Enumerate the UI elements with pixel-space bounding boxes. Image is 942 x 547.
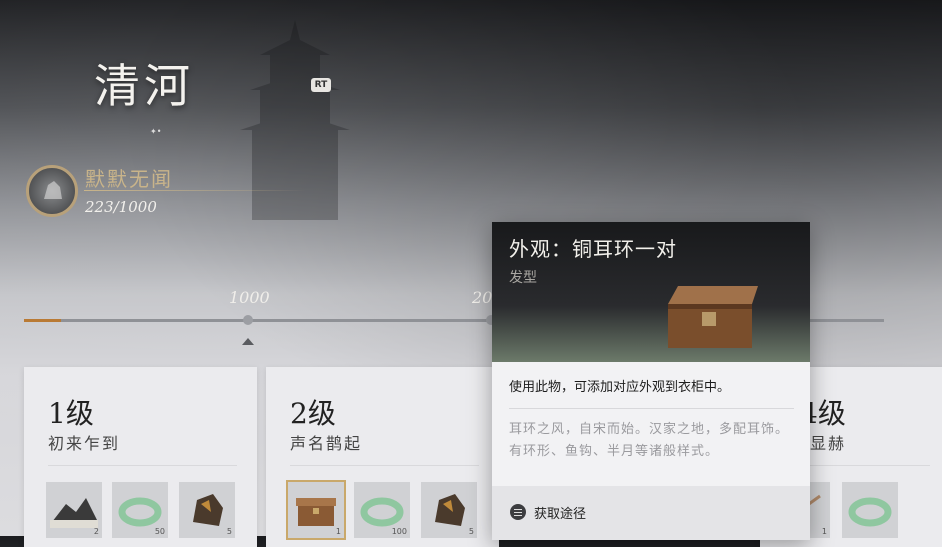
tooltip-flavor-text: 耳环之风，自宋而始。汉家之地，多配耳饰。有环形、鱼钩、半月等诸般样式。 — [509, 422, 790, 459]
selected-level-caret-icon — [242, 338, 254, 345]
level-name: 初来乍到 — [48, 434, 121, 453]
level-card[interactable]: 1级 初来乍到 2 50 5 — [24, 367, 257, 547]
reward-slot[interactable]: 5 — [421, 482, 477, 538]
item-tooltip: 外观：铜耳环一对 发型 使用此物，可添加对应外观到衣柜中。 耳环之风，自宋而始。… — [492, 222, 810, 540]
reward-count: 50 — [154, 527, 165, 536]
reward-slot-selected[interactable]: 1 — [286, 480, 346, 540]
reward-count: 100 — [391, 527, 407, 536]
jade-bracelet-icon — [848, 497, 892, 527]
level-number: 1级 — [48, 397, 94, 430]
level-card[interactable]: 2级 声名鹊起 1 100 5 — [266, 367, 499, 547]
reward-slot[interactable]: 5 — [179, 482, 235, 538]
card-divider — [48, 465, 237, 466]
rank-divider — [84, 190, 306, 191]
acquisition-label[interactable]: 获取途径 — [534, 503, 586, 522]
wooden-chest-icon — [668, 286, 758, 348]
milestone-label: 20 — [472, 288, 493, 307]
card-divider — [290, 465, 479, 466]
reward-count: 1 — [335, 527, 341, 536]
menu-icon — [510, 504, 526, 520]
milestone-label: 1000 — [229, 288, 270, 307]
rank-progress-text: 223/1000 — [85, 198, 157, 216]
tooltip-usage: 使用此物，可添加对应外观到衣柜中。 — [509, 380, 731, 395]
reward-count: 5 — [468, 527, 474, 536]
reward-slot[interactable] — [842, 482, 898, 538]
reward-count: 5 — [226, 527, 232, 536]
rt-key-hint[interactable]: RT — [311, 78, 331, 92]
tooltip-title: 外观：铜耳环一对 — [509, 237, 677, 261]
sparkle-icon: ✦• — [150, 127, 162, 136]
reward-count: 2 — [93, 527, 99, 536]
area-title: 清河 — [94, 59, 194, 113]
milestone-marker — [243, 315, 253, 325]
reward-slot[interactable]: 100 — [354, 482, 410, 538]
reward-slot[interactable]: 2 — [46, 482, 102, 538]
reward-count: 1 — [821, 527, 827, 536]
level-name: 显赫 — [810, 434, 847, 453]
rank-badge-icon — [26, 165, 78, 217]
tooltip-category: 发型 — [509, 270, 537, 286]
reward-slot[interactable]: 50 — [112, 482, 168, 538]
acquisition-row[interactable]: 获取途径 — [492, 486, 810, 540]
level-number: 2级 — [290, 397, 336, 430]
level-name: 声名鹊起 — [290, 434, 363, 453]
tooltip-divider — [509, 408, 794, 409]
rank-name: 默默无闻 — [85, 167, 173, 191]
progress-fill — [24, 319, 61, 322]
